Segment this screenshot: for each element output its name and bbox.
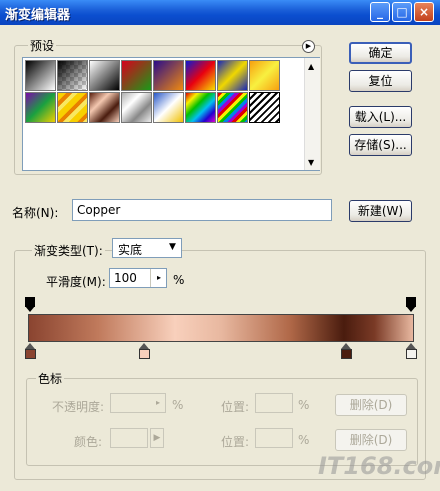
presets-scrollbar[interactable]: ▲ ▼ — [304, 58, 320, 170]
gradient-type-value: 实底 — [118, 243, 143, 257]
color-stop[interactable] — [406, 343, 417, 360]
opacity-percent: % — [172, 398, 184, 412]
color-location-percent: % — [298, 433, 310, 447]
maximize-icon[interactable]: □ — [392, 2, 412, 22]
ok-button[interactable]: 确定 — [349, 42, 412, 64]
window-title: 渐变编辑器 — [5, 8, 71, 23]
color-location-input[interactable] — [255, 428, 293, 448]
preset-swatch[interactable] — [185, 92, 216, 123]
color-label: 颜色: — [74, 435, 103, 449]
scroll-down-icon[interactable]: ▼ — [308, 158, 314, 167]
minimize-icon[interactable]: _ — [370, 2, 390, 22]
preset-swatch[interactable] — [249, 92, 280, 123]
preset-swatch[interactable] — [25, 92, 56, 123]
color-stop[interactable] — [25, 343, 36, 360]
opacity-stop-left[interactable] — [25, 297, 35, 312]
preset-swatch[interactable] — [249, 60, 280, 91]
preset-swatch[interactable] — [153, 60, 184, 91]
gradient-type-label: 渐变类型(T): — [32, 242, 105, 259]
gradient-type-select[interactable]: 实底 ▼ — [112, 238, 182, 258]
new-button[interactable]: 新建(W) — [349, 200, 412, 222]
preset-swatch[interactable] — [217, 92, 248, 123]
preset-swatch[interactable] — [121, 92, 152, 123]
opacity-location-percent: % — [298, 398, 310, 412]
opacity-popup-icon[interactable]: ▸ — [151, 394, 165, 412]
smoothness-percent: % — [173, 273, 185, 287]
preset-swatch[interactable] — [153, 92, 184, 123]
preset-swatch[interactable] — [57, 60, 88, 91]
stops-label: 色标 — [36, 370, 65, 387]
chevron-down-icon: ▼ — [169, 242, 176, 252]
color-location-label: 位置: — [221, 435, 250, 449]
opacity-location-input[interactable] — [255, 393, 293, 413]
delete-opacity-stop-button[interactable]: 删除(D) — [335, 394, 407, 416]
preset-swatch[interactable] — [89, 92, 120, 123]
name-label: 名称(N): — [12, 206, 59, 220]
preset-swatch[interactable] — [25, 60, 56, 91]
watermark: IT168.com — [318, 452, 440, 480]
preset-swatch[interactable] — [217, 60, 248, 91]
save-button[interactable]: 存储(S)... — [349, 134, 412, 156]
name-input[interactable]: Copper — [72, 199, 332, 221]
preset-swatch[interactable] — [89, 60, 120, 91]
color-stop[interactable] — [341, 343, 352, 360]
reset-button[interactable]: 复位 — [349, 70, 412, 92]
title-bar[interactable]: 渐变编辑器 _ □ × — [0, 0, 440, 25]
scroll-up-icon[interactable]: ▲ — [308, 62, 314, 71]
smoothness-label: 平滑度(M): — [46, 275, 106, 289]
close-icon[interactable]: × — [414, 2, 434, 22]
preset-swatch[interactable] — [57, 92, 88, 123]
smoothness-input[interactable]: 100 ▸ — [109, 268, 167, 288]
presets-label: 预设 — [28, 37, 57, 54]
color-popup-icon[interactable]: ▶ — [150, 428, 164, 448]
load-button[interactable]: 载入(L)... — [349, 106, 412, 128]
color-swatch[interactable] — [110, 428, 148, 448]
gradient-preview-bar[interactable] — [28, 314, 414, 342]
opacity-label: 不透明度: — [52, 400, 105, 414]
color-stop[interactable] — [139, 343, 150, 360]
name-value: Copper — [77, 203, 121, 217]
opacity-stop-right[interactable] — [406, 297, 416, 312]
smoothness-popup-icon[interactable]: ▸ — [150, 269, 167, 287]
preset-swatch[interactable] — [121, 60, 152, 91]
opacity-location-label: 位置: — [221, 400, 250, 414]
delete-color-stop-button[interactable]: 删除(D) — [335, 429, 407, 451]
preset-swatch[interactable] — [185, 60, 216, 91]
opacity-input[interactable]: ▸ — [110, 393, 166, 413]
preset-grid: ▲ ▼ — [22, 57, 320, 171]
presets-menu-icon[interactable]: ▶ — [302, 40, 315, 53]
smoothness-value: 100 — [114, 271, 137, 285]
